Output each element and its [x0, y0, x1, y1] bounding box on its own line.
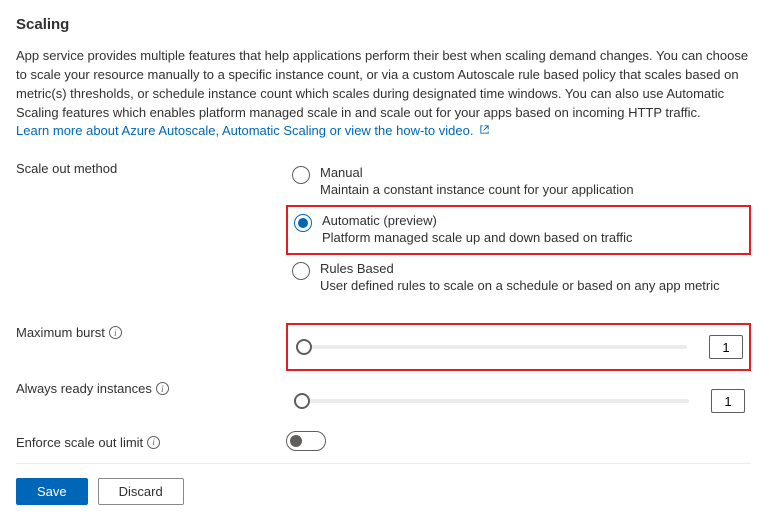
- enforce-limit-toggle[interactable]: [286, 431, 326, 451]
- radio-circle-icon: [292, 262, 310, 280]
- maximum-burst-row: Maximum burst i: [16, 323, 751, 371]
- enforce-limit-label: Enforce scale out limit i: [16, 433, 286, 450]
- radio-desc: Platform managed scale up and down based…: [322, 230, 741, 245]
- radio-circle-icon: [292, 166, 310, 184]
- info-icon[interactable]: i: [109, 326, 122, 339]
- slider-thumb-icon[interactable]: [296, 339, 312, 355]
- maximum-burst-slider-row: [286, 323, 751, 371]
- always-ready-label: Always ready instances i: [16, 379, 286, 396]
- maximum-burst-input[interactable]: [709, 335, 743, 359]
- radio-option-manual[interactable]: Manual Maintain a constant instance coun…: [286, 159, 751, 205]
- discard-button[interactable]: Discard: [98, 478, 184, 505]
- always-ready-slider-row: [286, 379, 751, 423]
- scaling-description: App service provides multiple features t…: [16, 47, 751, 141]
- maximum-burst-slider[interactable]: [294, 337, 697, 357]
- enforce-limit-row: Enforce scale out limit i: [16, 431, 751, 451]
- slider-thumb-icon[interactable]: [294, 393, 310, 409]
- info-icon[interactable]: i: [147, 436, 160, 449]
- radio-circle-icon: [294, 214, 312, 232]
- radio-desc: User defined rules to scale on a schedul…: [320, 278, 743, 293]
- radio-title: Rules Based: [320, 261, 743, 276]
- description-text: App service provides multiple features t…: [16, 48, 748, 120]
- always-ready-input[interactable]: [711, 389, 745, 413]
- maximum-burst-label: Maximum burst i: [16, 323, 286, 340]
- divider: [16, 463, 751, 464]
- always-ready-slider[interactable]: [292, 391, 699, 411]
- toggle-knob-icon: [290, 435, 302, 447]
- always-ready-row: Always ready instances i: [16, 379, 751, 423]
- radio-option-automatic[interactable]: Automatic (preview) Platform managed sca…: [286, 205, 751, 255]
- scale-out-radio-group: Manual Maintain a constant instance coun…: [286, 159, 751, 301]
- radio-option-rules[interactable]: Rules Based User defined rules to scale …: [286, 255, 751, 301]
- page-title: Scaling: [16, 16, 751, 33]
- radio-desc: Maintain a constant instance count for y…: [320, 182, 743, 197]
- radio-title: Automatic (preview): [322, 213, 741, 228]
- info-icon[interactable]: i: [156, 382, 169, 395]
- action-buttons: Save Discard: [16, 478, 751, 517]
- scale-out-method-row: Scale out method Manual Maintain a const…: [16, 159, 751, 301]
- external-link-icon: [479, 124, 490, 135]
- radio-title: Manual: [320, 165, 743, 180]
- scale-out-method-label: Scale out method: [16, 159, 286, 176]
- learn-more-link[interactable]: Learn more about Azure Autoscale, Automa…: [16, 123, 490, 138]
- save-button[interactable]: Save: [16, 478, 88, 505]
